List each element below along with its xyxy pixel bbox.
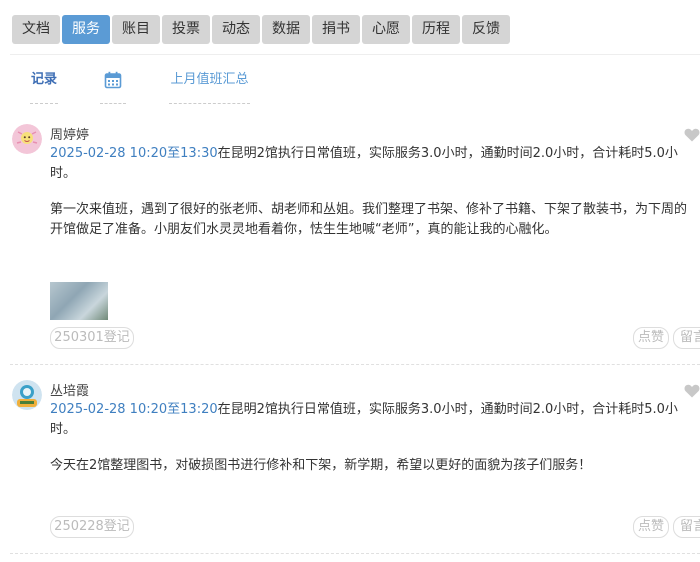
tab-news[interactable]: 动态 xyxy=(212,15,260,44)
nav-divider xyxy=(10,54,700,55)
tab-feedback[interactable]: 反馈 xyxy=(462,15,510,44)
tab-docs[interactable]: 文档 xyxy=(12,15,60,44)
calendar-icon xyxy=(100,69,126,97)
avatar[interactable] xyxy=(12,380,42,410)
tab-data[interactable]: 数据 xyxy=(262,15,310,44)
subtab-calendar[interactable] xyxy=(100,69,126,104)
heart-icon[interactable] xyxy=(684,127,700,142)
like-button[interactable]: 点赞 xyxy=(633,516,669,538)
message-button[interactable]: 留言 xyxy=(673,516,700,538)
subtab-summary-label: 上月值班汇总 xyxy=(170,72,249,87)
tab-history[interactable]: 历程 xyxy=(412,15,460,44)
author-name[interactable]: 周婷婷 xyxy=(50,124,89,143)
subtab-record[interactable]: 记录 xyxy=(30,69,58,104)
sub-tabs: 记录 上月值班汇总 xyxy=(0,56,700,106)
subtab-last-month-summary[interactable]: 上月值班汇总 xyxy=(169,69,250,104)
post-content: 2025-02-28 10:20至13:30在昆明2馆执行日常值班，实际服务3.… xyxy=(50,144,690,240)
register-date-button[interactable]: 250301登记 xyxy=(50,327,134,349)
tab-wishes[interactable]: 心愿 xyxy=(362,15,410,44)
register-date-button[interactable]: 250228登记 xyxy=(50,516,134,538)
time-range: 2025-02-28 10:20至13:20 xyxy=(50,402,218,417)
post-body: 第一次来值班，遇到了很好的张老师、胡老师和丛姐。我们整理了书架、修补了书籍、下架… xyxy=(50,202,688,237)
tab-service[interactable]: 服务 xyxy=(62,15,110,44)
post-divider xyxy=(10,364,700,365)
tab-donate-books[interactable]: 捐书 xyxy=(312,15,360,44)
service-summary: 2025-02-28 10:20至13:20在昆明2馆执行日常值班，实际服务3.… xyxy=(50,400,690,440)
subtab-record-label: 记录 xyxy=(30,72,57,87)
photo-thumbnail[interactable] xyxy=(50,282,108,320)
service-summary: 2025-02-28 10:20至13:30在昆明2馆执行日常值班，实际服务3.… xyxy=(50,144,690,184)
message-button[interactable]: 留言 xyxy=(673,327,700,349)
time-range: 2025-02-28 10:20至13:30 xyxy=(50,146,218,161)
avatar[interactable] xyxy=(12,124,42,154)
post-body: 今天在2馆整理图书，对破损图书进行修补和下架，新学期，希望以更好的面貌为孩子们服… xyxy=(50,458,592,473)
like-button[interactable]: 点赞 xyxy=(633,327,669,349)
post-content: 2025-02-28 10:20至13:20在昆明2馆执行日常值班，实际服务3.… xyxy=(50,400,690,476)
post-divider xyxy=(10,553,700,554)
tab-vote[interactable]: 投票 xyxy=(162,15,210,44)
heart-icon[interactable] xyxy=(684,383,700,398)
author-name[interactable]: 丛培霞 xyxy=(50,380,89,399)
tab-accounts[interactable]: 账目 xyxy=(112,15,160,44)
